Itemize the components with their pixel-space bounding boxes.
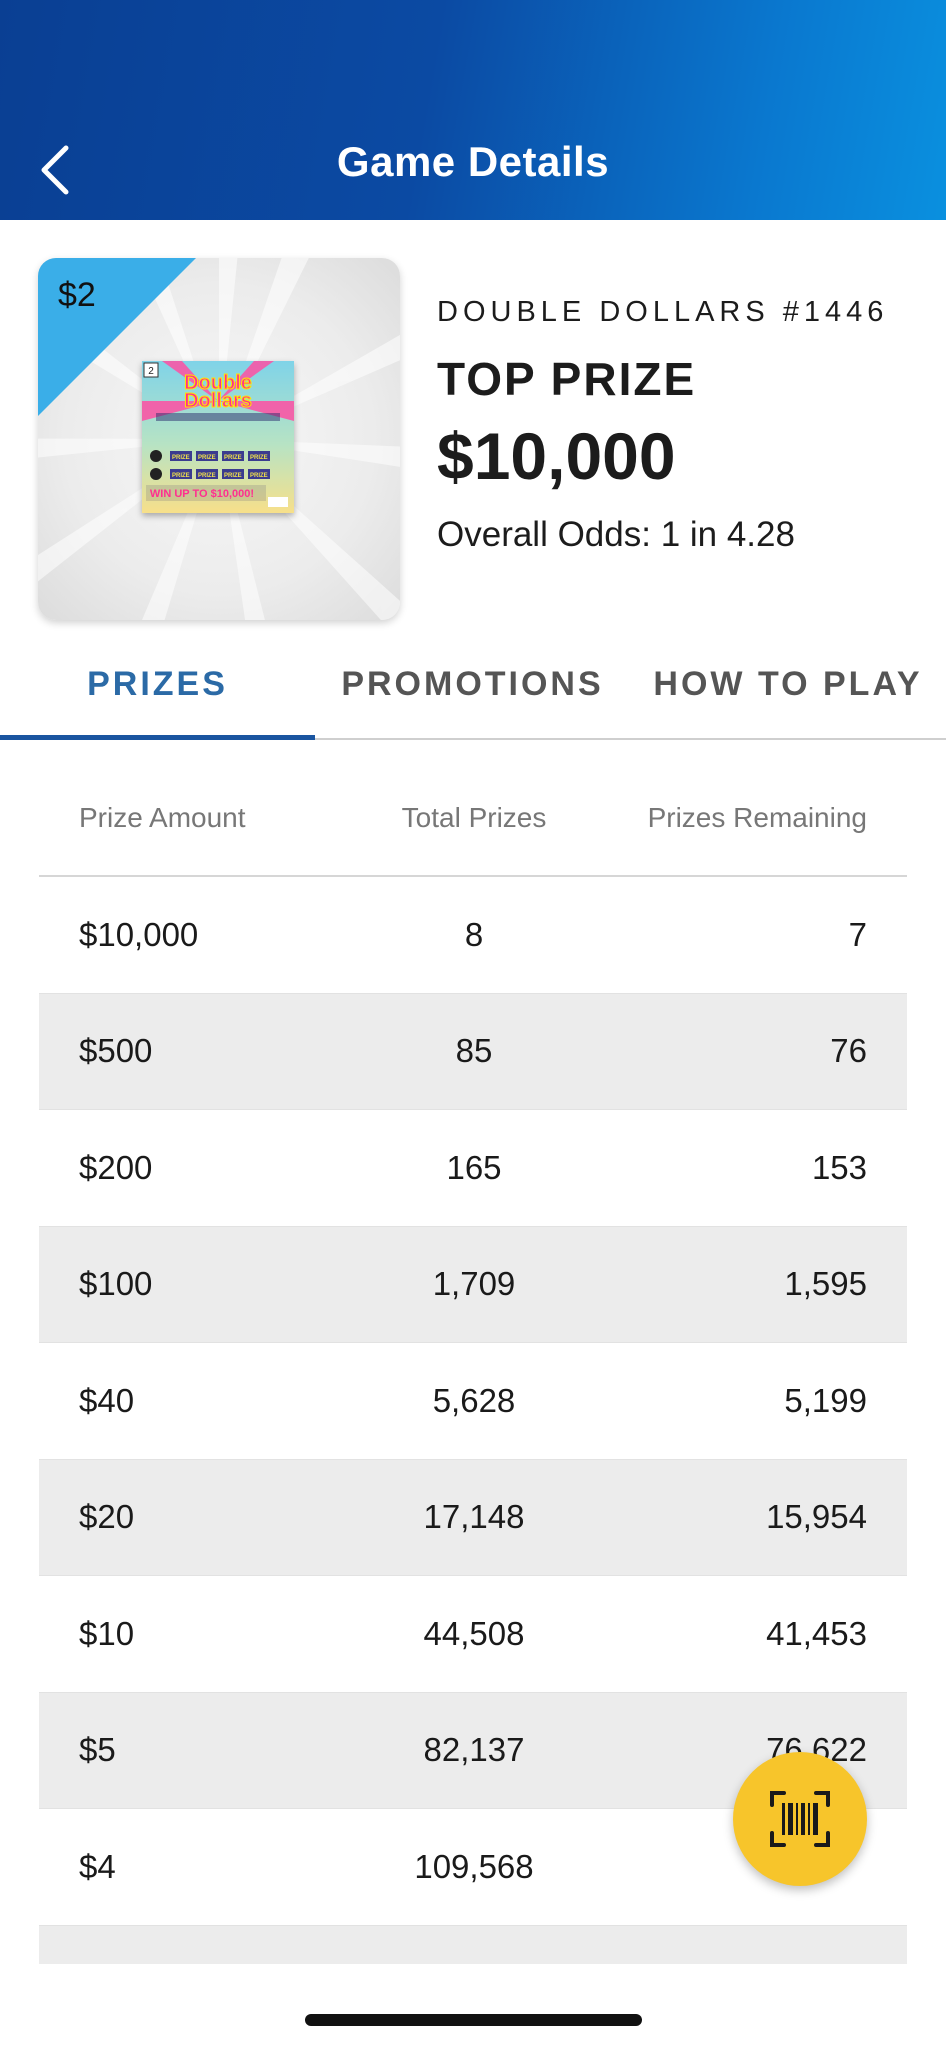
table-row: $10,000 8 7 [39,877,907,994]
prize-amount: $10 [79,1614,135,1652]
prizes-remaining: 1,595 [784,1265,867,1303]
game-name: DOUBLE DOLLARS #1446 [437,296,889,328]
prize-amount: $200 [79,1148,153,1186]
column-header-total-prizes: Total Prizes [401,801,547,833]
column-header-prize-amount: Prize Amount [79,801,246,833]
ticket-title-line2: Dollars [184,390,252,412]
prize-amount: $4 [79,1847,116,1885]
home-indicator[interactable] [305,2014,642,2026]
total-prizes: 17,148 [423,1498,525,1536]
tab-bar: PRIZES PROMOTIONS HOW TO PLAY [0,630,946,740]
column-header-prizes-remaining: Prizes Remaining [647,801,867,833]
prizes-remaining: 76 [830,1032,867,1070]
total-prizes: 85 [455,1032,493,1070]
page-title: Game Details [336,138,610,185]
top-prize-label: TOP PRIZE [437,353,697,405]
tab-how-to-play[interactable]: HOW TO PLAY [630,630,946,738]
table-row: $500 85 76 [39,993,907,1110]
svg-text:PRIZE: PRIZE [172,455,190,461]
prizes-remaining: 7 [848,915,867,953]
svg-text:PRIZE: PRIZE [198,473,216,479]
barcode-scan-icon [770,1791,830,1847]
svg-text:PRIZE: PRIZE [224,473,242,479]
active-tab-indicator [0,735,315,740]
total-prizes: 109,568 [414,1847,534,1885]
prizes-remaining: 41,453 [766,1614,867,1652]
prizes-remaining: 76,622 [766,1731,867,1769]
tab-promotions[interactable]: PROMOTIONS [315,630,630,738]
svg-text:PRIZE: PRIZE [198,455,216,461]
table-row: $40 5,628 5,199 [39,1343,907,1460]
svg-text:PRIZE: PRIZE [250,455,268,461]
prizes-remaining: 153 [811,1148,867,1186]
scan-ticket-button[interactable] [733,1752,867,1886]
overall-odds: Overall Odds: 1 in 4.28 [437,515,795,554]
prize-amount: $500 [79,1032,153,1070]
total-prizes: 8 [464,915,484,953]
table-row: $100 1,709 1,595 [39,1226,907,1343]
app-header: Game Details [0,0,946,220]
tab-prizes[interactable]: PRIZES [0,630,315,738]
prizes-remaining: 5,199 [784,1381,867,1419]
svg-text:PRIZE: PRIZE [250,473,268,479]
table-row: $200 165 153 [39,1110,907,1227]
prizes-remaining: 15,954 [766,1498,867,1536]
prize-amount: $20 [79,1498,135,1536]
table-row [39,1925,907,1964]
table-header: Prize Amount Total Prizes Prizes Remaini… [39,760,907,877]
ticket-price: $2 [58,276,96,314]
prize-amount: $40 [79,1381,135,1419]
prize-amount: $10,000 [79,915,199,953]
total-prizes: 82,137 [423,1731,525,1769]
svg-text:PRIZE: PRIZE [172,473,190,479]
table-row: $10 44,508 41,453 [39,1576,907,1693]
total-prizes: 165 [446,1148,502,1186]
ticket-banner: WIN UP TO $10,000! [150,488,254,500]
total-prizes: 1,709 [432,1265,516,1303]
prize-amount: $100 [79,1265,153,1303]
table-row: $20 17,148 15,954 [39,1459,907,1576]
prize-amount: $5 [79,1731,116,1769]
top-prize-value: $10,000 [437,419,676,493]
total-prizes: 5,628 [432,1381,516,1419]
svg-text:PRIZE: PRIZE [224,455,242,461]
svg-text:2: 2 [148,366,154,377]
ticket-thumbnail[interactable]: $2 2 Double Dollars PRIZE PRIZE PRIZE PRIZE [38,258,400,620]
total-prizes: 44,508 [423,1614,525,1652]
scratch-ticket-image: 2 Double Dollars PRIZE PRIZE PRIZE PRIZE PR… [142,361,294,513]
